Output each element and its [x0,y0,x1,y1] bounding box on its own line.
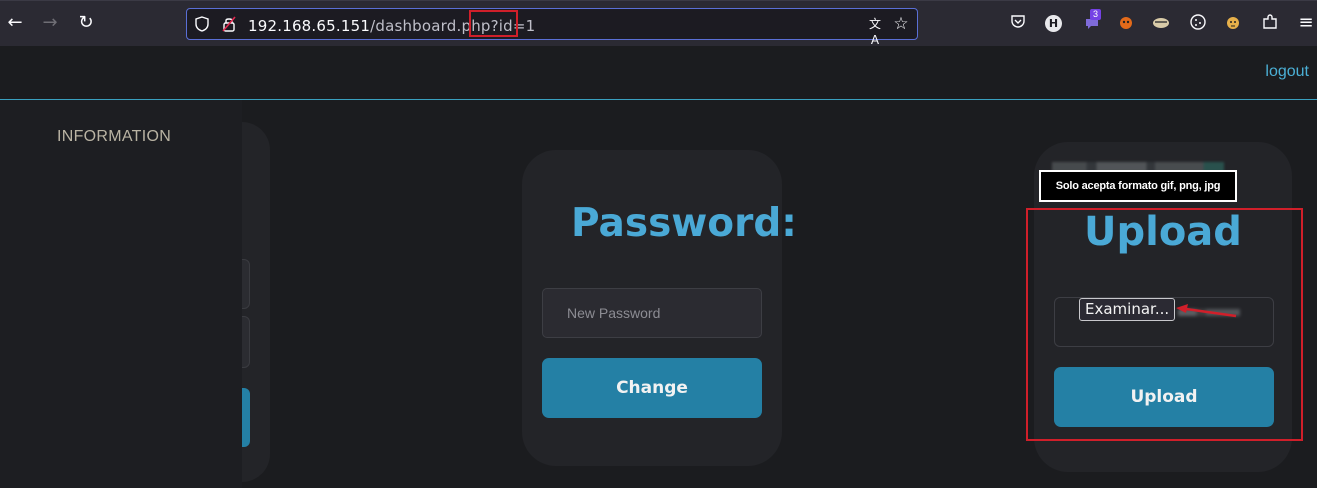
profile-avatar-icon[interactable]: H [1045,15,1062,32]
new-password-input[interactable] [542,288,762,338]
extension-creature-icon[interactable] [1151,13,1171,33]
url-host: 192.168.65.151 [248,17,371,35]
sidebar: INFORMATION [0,100,242,488]
browser-toolbar: ← → ↻ 192.168.65.151/dashboard.php?id=1 … [0,0,1317,47]
top-navbar: logout [0,46,1317,100]
extension-fox-icon[interactable] [1116,13,1136,33]
tracking-shield-icon[interactable] [194,16,210,32]
bookmark-star-icon[interactable]: ☆ [893,16,909,33]
extension-tiger-icon[interactable] [1223,13,1243,33]
back-icon[interactable]: ← [4,12,26,34]
page: logout INFORMATION Password: Change Solo… [0,46,1317,488]
translate-icon[interactable]: 文A [865,16,885,47]
extensions-puzzle-icon[interactable] [1260,13,1280,33]
upload-section-highlight [1026,208,1303,441]
logout-link[interactable]: logout [1265,63,1309,81]
cookie-icon[interactable] [1188,13,1208,33]
change-password-button[interactable]: Change [542,358,762,418]
menu-icon[interactable]: ≡ [1296,13,1316,33]
url-query-highlight [469,10,518,37]
format-tooltip: Solo acepta formato gif, png, jpg [1039,170,1237,202]
extension-badge: 3 [1090,9,1102,20]
address-bar[interactable]: 192.168.65.151/dashboard.php?id=1 文A ☆ [186,8,918,47]
password-title: Password: [571,201,797,246]
forward-icon[interactable]: → [39,12,61,34]
reload-icon[interactable]: ↻ [75,12,97,34]
insecure-lock-icon[interactable] [221,16,237,32]
pocket-icon[interactable] [1008,13,1028,33]
sidebar-title: INFORMATION [57,128,172,145]
